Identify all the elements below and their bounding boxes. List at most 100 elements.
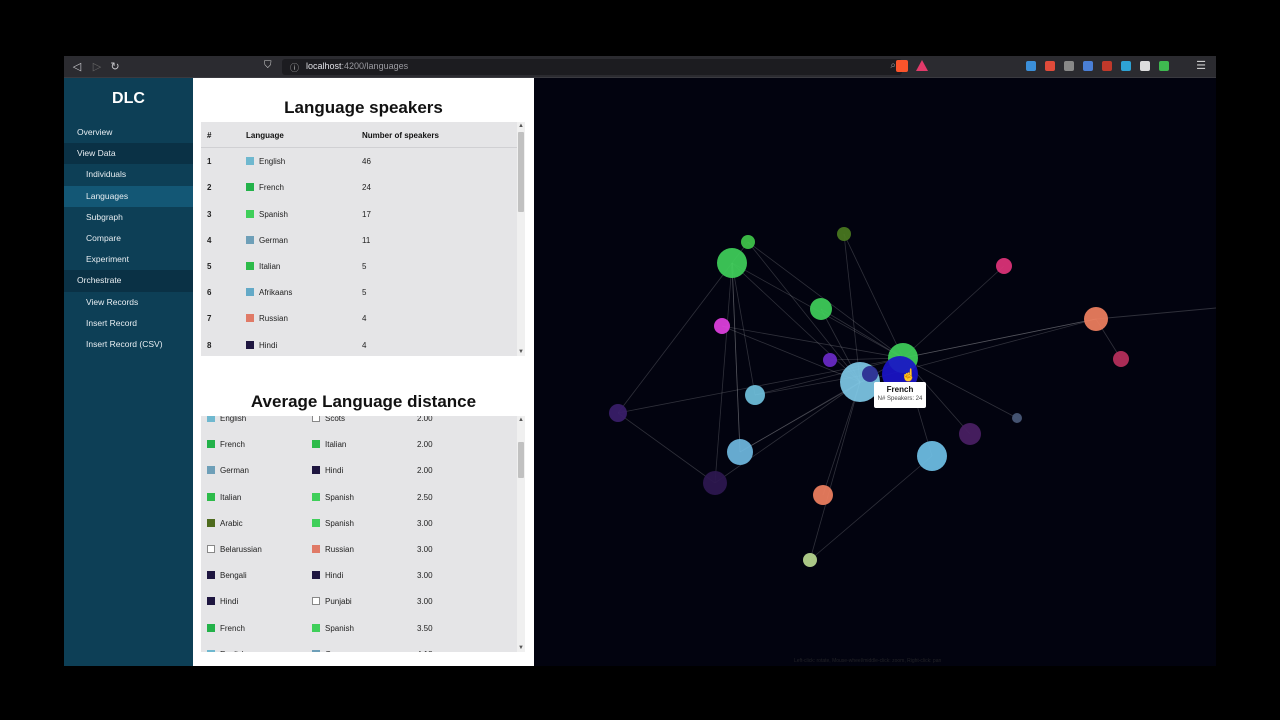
color-swatch [207, 466, 215, 475]
speakers-table: ▲ ▼ # Language Number of speakers 1 English 4… [201, 122, 525, 356]
cell-text: Arabic [220, 518, 243, 528]
cell-text: Scots [325, 416, 346, 423]
cell-text: Hindi [325, 466, 344, 476]
reload-icon[interactable]: ↻ [108, 60, 122, 74]
scroll-down-icon[interactable]: ▼ [517, 645, 525, 651]
sidebar-item-languages[interactable]: Languages [64, 185, 193, 207]
speakers-scrollbar[interactable]: ▲ ▼ [517, 122, 525, 356]
table-cell: Spanish [246, 209, 288, 219]
table-row[interactable]: 2 French 24 [201, 174, 517, 200]
extension-icon[interactable] [1102, 61, 1112, 71]
table-cell: German [246, 235, 288, 245]
table-row[interactable]: 8 Hindi 4 [201, 332, 517, 356]
brave-rewards-icon[interactable] [916, 60, 928, 71]
menu-icon[interactable]: ☰ [1196, 59, 1206, 72]
extension-icon[interactable] [1064, 61, 1074, 71]
sidebar-item-individuals[interactable]: Individuals [64, 164, 193, 185]
cell-text: Punjabi [325, 597, 352, 607]
distance-scrollbar[interactable]: ▲ ▼ [517, 416, 525, 652]
address-bar[interactable]: ⓘ localhost:4200/languages ⌕ [282, 59, 902, 75]
back-icon[interactable]: ◁ [70, 60, 84, 74]
cell-text: 5 [207, 262, 212, 271]
cell-text: 3.50 [417, 623, 433, 633]
extension-icon[interactable] [1026, 61, 1036, 71]
cell-text: Belarussian [220, 545, 262, 554]
table-cell: 4 [362, 314, 366, 323]
brave-shield-icon[interactable] [896, 60, 908, 72]
extension-icon[interactable] [1159, 61, 1169, 71]
sidebar-item-overview[interactable]: Overview [64, 122, 193, 143]
graph-edge [902, 265, 1005, 359]
sidebar-item-insert-record[interactable]: Insert Record [64, 313, 193, 334]
table-row[interactable]: 7 Russian 4 [201, 305, 517, 331]
scroll-thumb[interactable] [518, 442, 524, 478]
graph-node [703, 471, 727, 495]
bookmark-icon[interactable]: ⛉ [264, 60, 272, 71]
table-cell: 3 [207, 210, 211, 219]
language-graph[interactable]: French N# Speakers: 24 ☝ Left-click: rot… [534, 78, 1216, 666]
scroll-thumb[interactable] [518, 132, 524, 212]
sidebar-item-orchestrate[interactable]: Orchestrate [64, 270, 193, 292]
sidebar-item-view-records[interactable]: View Records [64, 292, 193, 313]
graph-node [959, 423, 981, 445]
graph-edge [731, 262, 861, 383]
table-row[interactable]: French Spanish 3.50 [201, 615, 517, 641]
graph-canvas[interactable] [534, 78, 1216, 666]
table-row[interactable]: 5 Italian 5 [201, 253, 517, 279]
table-row[interactable]: English Scots 2.00 [201, 416, 517, 431]
table-row[interactable]: Hindi Punjabi 3.00 [201, 588, 517, 614]
cell-text: English [220, 416, 247, 423]
cell-text: Spanish [325, 623, 354, 633]
sidebar-item-view-data[interactable]: View Data [64, 143, 193, 165]
cell-text: 24 [362, 183, 371, 193]
graph-edge [809, 455, 933, 561]
color-swatch [312, 571, 320, 580]
table-row[interactable]: German Hindi 2.00 [201, 457, 517, 483]
graph-node [741, 235, 755, 249]
table-row[interactable]: English German 4.18 [201, 641, 517, 652]
scroll-down-icon[interactable]: ▼ [517, 349, 525, 355]
cell-text: Spanish [325, 492, 354, 502]
extension-icon[interactable] [1045, 61, 1055, 71]
sidebar-item-experiment[interactable]: Experiment [64, 249, 193, 270]
extension-icon[interactable] [1083, 61, 1093, 71]
table-cell: Italian [207, 492, 241, 502]
sidebar-item-insert-record-csv[interactable]: Insert Record (CSV) [64, 334, 193, 355]
forward-icon[interactable]: ▷ [90, 60, 104, 74]
sidebar-item-compare[interactable]: Compare [64, 228, 193, 249]
scroll-up-icon[interactable]: ▲ [517, 123, 525, 129]
table-row[interactable]: Bengali Hindi 3.00 [201, 562, 517, 588]
cell-text: Russian [325, 545, 354, 554]
scroll-up-icon[interactable]: ▲ [517, 417, 525, 423]
extension-icon[interactable] [1121, 61, 1131, 71]
graph-node [727, 439, 753, 465]
extension-icon[interactable] [1140, 61, 1150, 71]
table-cell: 5 [207, 262, 211, 271]
cell-text: 3.00 [417, 597, 433, 607]
table-row[interactable]: Belarussian Russian 3.00 [201, 536, 517, 562]
table-row[interactable]: Italian Spanish 2.50 [201, 484, 517, 510]
sidebar-nav: Overview View Data Individuals Languages Sub… [64, 122, 193, 355]
table-cell: Hindi [312, 466, 343, 475]
table-row[interactable]: Arabic Spanish 3.00 [201, 510, 517, 536]
color-swatch [246, 314, 254, 323]
cell-text: 4.18 [417, 650, 433, 652]
table-cell: 2.00 [417, 466, 433, 475]
cell-text: 2.00 [417, 440, 433, 450]
table-cell: 2.00 [417, 440, 433, 449]
table-row[interactable]: French Italian 2.00 [201, 431, 517, 457]
color-swatch [207, 416, 215, 422]
table-cell: 3.00 [417, 545, 433, 554]
graph-edge [617, 262, 733, 414]
table-cell: 17 [362, 210, 371, 219]
table-row[interactable]: 1 English 46 [201, 148, 517, 174]
table-row[interactable]: 6 Afrikaans 5 [201, 279, 517, 305]
site-info-icon[interactable]: ⓘ [290, 61, 299, 74]
brand-logo[interactable]: DLC [64, 90, 193, 108]
sidebar-item-subgraph[interactable]: Subgraph [64, 207, 193, 228]
cell-text: Russian [259, 314, 288, 324]
table-row[interactable]: 4 German 11 [201, 227, 517, 253]
table-cell: Number of speakers [362, 131, 439, 140]
table-row[interactable]: 3 Spanish 17 [201, 201, 517, 227]
graph-node [1113, 351, 1129, 367]
